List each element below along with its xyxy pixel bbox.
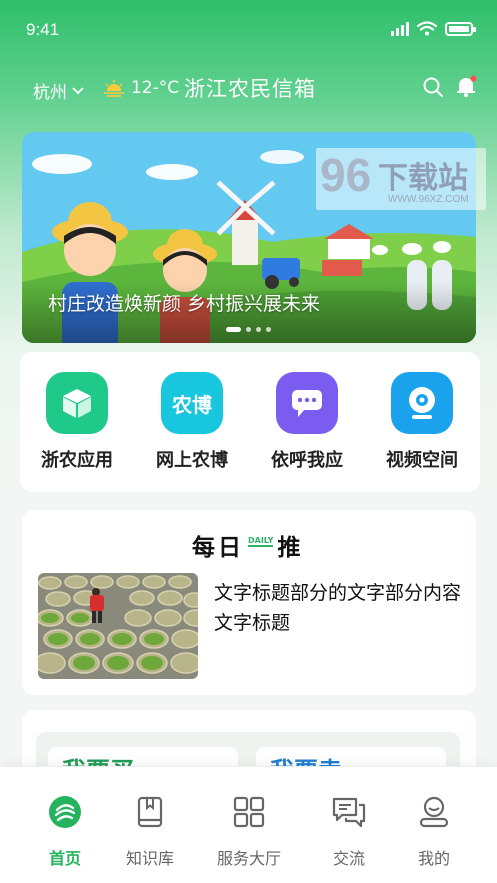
- tab-service-hall[interactable]: 服务大厅: [204, 795, 294, 869]
- sun-icon: [104, 80, 124, 97]
- watermark-logo: 96 下载站 WWW.96XZ.COM: [316, 148, 486, 210]
- profile-icon: [419, 796, 449, 828]
- carousel-dot: [226, 327, 241, 332]
- temperature: 12-°C: [131, 78, 180, 98]
- tab-label: 我的: [417, 849, 450, 868]
- status-icons: [391, 21, 476, 36]
- book-icon: [137, 796, 163, 828]
- chevron-down-icon: [72, 86, 84, 94]
- app-title: 浙江农民信箱: [184, 77, 316, 101]
- quick-action-online-nongbo[interactable]: 农博 网上农博: [142, 372, 242, 472]
- quick-action-video-space[interactable]: 视频空间: [372, 372, 472, 472]
- webcam-icon: [391, 372, 453, 434]
- watermark-url: WWW.96XZ.COM: [388, 194, 469, 205]
- daily-section-title: 每日 DAILY 推: [192, 530, 304, 561]
- quick-action-zhenong-apps[interactable]: 浙农应用: [27, 372, 127, 472]
- watermark-number: 96: [320, 149, 372, 201]
- city-selector[interactable]: 杭州: [33, 78, 85, 103]
- grid-icon: [233, 796, 265, 828]
- carousel-dot: [246, 327, 251, 332]
- tab-label: 交流: [332, 849, 365, 868]
- tab-profile[interactable]: 我的: [389, 795, 479, 869]
- weather-widget: 12-°C: [103, 78, 179, 98]
- daily-recommend-card: 每日 DAILY 推 文字标题部分的文字部分内容文字标题: [22, 510, 476, 695]
- city-name: 杭州: [33, 83, 67, 103]
- status-bar: 9:41: [0, 0, 497, 60]
- quick-action-call-response[interactable]: 依呼我应: [257, 372, 357, 472]
- carousel-dot: [266, 327, 271, 332]
- banner-caption: 村庄改造焕新颜 乡村振兴展未来: [48, 293, 321, 315]
- nongbo-icon-text: 农博: [172, 392, 212, 417]
- status-time: 9:41: [26, 20, 60, 39]
- app-header: 杭州 12-°C 浙江农民信箱: [0, 66, 497, 110]
- cube-icon: [46, 372, 108, 434]
- wifi-icon: [417, 21, 437, 36]
- carousel-dot: [256, 327, 261, 332]
- search-icon[interactable]: [422, 76, 444, 98]
- daily-tag: DAILY: [248, 535, 274, 547]
- signal-icon: [391, 21, 409, 36]
- tab-home[interactable]: 首页: [20, 795, 110, 869]
- daily-article-image[interactable]: [38, 573, 198, 679]
- daily-article-title[interactable]: 文字标题部分的文字部分内容文字标题: [214, 578, 464, 638]
- tab-exchange[interactable]: 交流: [304, 795, 394, 869]
- battery-icon: [445, 21, 476, 36]
- quick-action-label: 视频空间: [386, 450, 458, 471]
- tab-knowledge[interactable]: 知识库: [105, 795, 195, 869]
- tab-label: 服务大厅: [216, 849, 281, 868]
- quick-actions-card: 浙农应用 农博 网上农博 依呼我应 视频空间: [20, 352, 480, 492]
- nongbo-icon: 农博: [161, 372, 223, 434]
- quick-action-label: 网上农博: [156, 450, 228, 471]
- quick-action-label: 浙农应用: [41, 450, 113, 471]
- chat-bubbles-icon: [332, 797, 366, 828]
- tab-label: 首页: [48, 849, 81, 868]
- chat-icon: [276, 372, 338, 434]
- watermark-text: 下载站: [378, 161, 468, 196]
- tab-label: 知识库: [125, 849, 174, 868]
- drying-baskets-photo: [38, 573, 198, 679]
- daily-title-left: 每日: [192, 535, 244, 561]
- quick-action-label: 依呼我应: [271, 450, 343, 471]
- home-icon: [49, 796, 81, 828]
- bottom-tab-bar: 首页 知识库 服务大厅 交流 我的: [0, 766, 497, 883]
- bell-icon[interactable]: [454, 74, 478, 98]
- carousel-indicator: [226, 327, 271, 332]
- daily-title-right: 推: [277, 535, 304, 561]
